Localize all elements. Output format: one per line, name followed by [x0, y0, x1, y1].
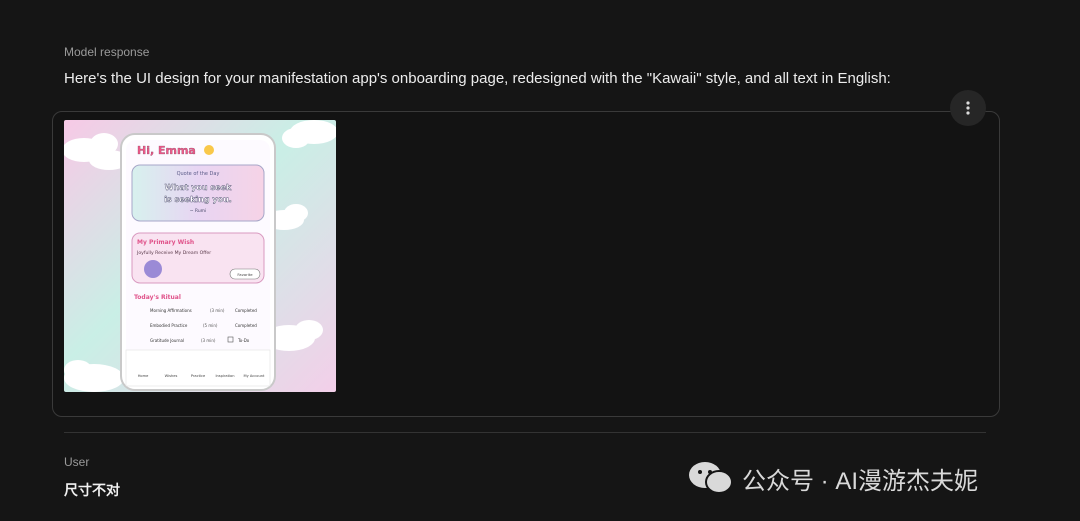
- watermark-text: 公众号 · AI漫游杰夫妮: [742, 467, 979, 495]
- ritual-1-status: Completed: [235, 308, 257, 313]
- ritual-2-status: Completed: [235, 323, 257, 328]
- nav-practice: Practice: [191, 374, 206, 378]
- user-message: 尺寸不对: [64, 482, 120, 498]
- ritual-3-status: To-Do: [237, 338, 250, 343]
- ritual-1-dur: (3 min): [210, 308, 225, 313]
- nav-wishes: Wishes: [165, 374, 178, 378]
- ritual-3-dur: (3 min): [201, 338, 216, 343]
- sun-icon: [204, 145, 214, 155]
- divider: [64, 432, 986, 433]
- nav-home: Home: [138, 374, 149, 378]
- wechat-icon: [689, 462, 733, 494]
- bottom-nav: [125, 349, 271, 387]
- response-text: Here's the UI design for your manifestat…: [64, 70, 891, 87]
- generated-image[interactable]: Hi, Emma Quote of the Day What you seek …: [64, 120, 336, 392]
- wish-text: Joyfully Receive My Dream Offer: [136, 250, 211, 256]
- model-response-label: Model response: [64, 45, 150, 59]
- user-label: User: [64, 455, 90, 469]
- ritual-2-name: Embodied Practice: [150, 323, 188, 328]
- more-vertical-icon: [966, 101, 970, 115]
- quote-author: ~ Rumi: [190, 208, 207, 214]
- watermark: 公众号 · AI漫游杰夫妮: [688, 458, 978, 498]
- quote-title: Quote of the Day: [177, 171, 220, 177]
- quote-line1: What you seek: [165, 183, 232, 192]
- ritual-3-name: Gratitude Journal: [150, 338, 184, 343]
- nav-my-account: My Account: [244, 374, 265, 378]
- character-avatar: [144, 260, 162, 278]
- ritual-1-name: Morning Affirmations: [150, 308, 192, 313]
- wish-title: My Primary Wish: [137, 239, 194, 246]
- greeting: Hi, Emma: [137, 144, 196, 157]
- quote-line2: is seeking you.: [164, 195, 232, 204]
- favorite-label: Favorite: [237, 272, 253, 277]
- more-options-button[interactable]: [950, 90, 986, 126]
- ritual-2-dur: (5 min): [203, 323, 218, 328]
- nav-inspiration: Inspiration: [215, 374, 234, 378]
- ritual-title: Today's Ritual: [134, 294, 181, 301]
